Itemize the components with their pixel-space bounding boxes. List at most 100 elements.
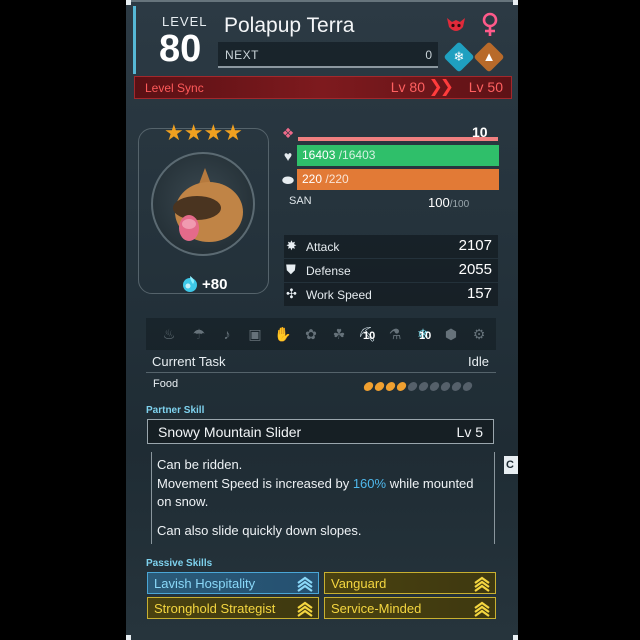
attack-value: 2107 [458, 237, 492, 254]
food-pip [450, 382, 463, 391]
partner-skill-level: Lv 5 [456, 424, 483, 440]
current-task-label: Current Task [152, 354, 226, 369]
farming-icon[interactable]: ⚙ [470, 326, 488, 344]
attack-label: Attack [306, 240, 340, 254]
passive-skill-label: Lavish Hospitality [154, 576, 256, 591]
partner-skill-header: Snowy Mountain Slider Lv 5 [147, 419, 494, 444]
sp-bar: 220 /220 [297, 169, 499, 190]
next-exp-bar: NEXT 0 [218, 42, 438, 68]
double-chevron-right-icon: ❯❯ [428, 77, 454, 96]
level-box: LEVEL 80 [133, 6, 217, 74]
pal-name: Polapup Terra [224, 14, 355, 37]
transporting-icon[interactable]: ⬢ [442, 326, 460, 344]
passive-skill-label: Service-Minded [331, 601, 422, 616]
stat-attack: ✸ Attack 2107 [284, 235, 498, 258]
lumbering-icon[interactable]: ☘ [330, 326, 348, 344]
watering-icon[interactable]: ☂ [190, 326, 208, 344]
stamina-icon: ⬬ [282, 172, 294, 188]
corner-mark-br [513, 635, 518, 640]
corner-mark-tr [513, 0, 518, 5]
trust-level: 10 [472, 124, 488, 140]
stat-work-speed: ✣ Work Speed 157 [284, 283, 498, 306]
desc-line-2-pre: Movement Speed is increased by [157, 475, 353, 491]
passive-skill-3[interactable]: Stronghold Strategist [147, 597, 319, 619]
gathering-icon[interactable]: ✿ [302, 326, 320, 344]
corner-mark-tl [126, 0, 131, 5]
passive-skill-label: Vanguard [331, 576, 387, 591]
partner-skill-title: Partner Skill [146, 405, 205, 416]
divider [146, 372, 496, 373]
attack-icon: ✸ [286, 238, 297, 253]
passive-skill-1[interactable]: Lavish Hospitality [147, 572, 319, 594]
rank-up-3-icon [297, 601, 313, 617]
partner-skill-name: Snowy Mountain Slider [158, 424, 302, 440]
stat-defense: ⛊ Defense 2055 [284, 259, 498, 282]
san-max: /100 [449, 199, 470, 210]
desc-percent: 160% [352, 475, 387, 491]
next-value: 0 [425, 48, 432, 62]
passive-skill-label: Stronghold Strategist [154, 601, 276, 616]
work-suitability-row: ♨ ☂ ♪ ▣ ✋ ✿ ☘ ⛏ 10 ⚗ ❄ 10 ⬢ ⚙ [146, 318, 496, 350]
cooling-level: 10 [419, 330, 432, 342]
desc-line-3: on snow. [157, 494, 209, 509]
work-speed-value: 157 [466, 285, 492, 302]
work-speed-icon: ✣ [286, 286, 297, 301]
medicine-icon[interactable]: ⚗ [386, 326, 404, 344]
food-meter [362, 378, 474, 396]
level-sync-to: Lv 50 [468, 79, 503, 95]
san-value: 100/100 [428, 195, 469, 210]
dragon-mask-icon [444, 13, 468, 37]
food-label: Food [153, 378, 179, 390]
corner-mark-bl [126, 635, 131, 640]
handiwork-icon[interactable]: ✋ [274, 326, 292, 344]
passive-skills-title: Passive Skills [146, 558, 213, 569]
soul-orb-icon [180, 274, 200, 294]
female-icon [480, 12, 500, 38]
trust-bar [298, 137, 498, 141]
condensed-bonus: +80 [202, 276, 228, 293]
level-sync-bar: Level Sync Lv 80 ❯❯ Lv 50 [134, 76, 512, 99]
san-label: SAN [289, 195, 312, 207]
mining-level: 10 [363, 330, 376, 342]
food-pip [373, 382, 386, 391]
next-label: NEXT [225, 48, 260, 62]
ice-icon: ❄ [443, 41, 475, 73]
pal-detail-panel: LEVEL 80 Polapup Terra NEXT 0 ❄ ▲ Level … [126, 0, 518, 640]
kindling-icon[interactable]: ♨ [160, 326, 178, 344]
level-label: LEVEL [162, 14, 208, 29]
shield-icon: ⛊ [286, 262, 296, 277]
desc-line-2: Movement Speed is increased by 160% whil… [157, 475, 494, 494]
heart-icon: ♥ [283, 148, 293, 164]
passive-skill-4[interactable]: Service-Minded [324, 597, 496, 619]
san-current: 100 [428, 195, 450, 210]
level-sync-from: Lv 80 [390, 79, 425, 95]
partner-skill-description: Can be ridden. Movement Speed is increas… [151, 452, 495, 544]
electricity-icon[interactable]: ▣ [246, 326, 264, 344]
food-pip [461, 382, 474, 391]
rank-up-3-icon [297, 576, 313, 592]
desc-line-4: Can also slide quickly down slopes. [157, 522, 362, 538]
work-speed-label: Work Speed [306, 288, 372, 302]
panel-top-border [126, 0, 518, 2]
defense-value: 2055 [458, 261, 492, 278]
rank-stars: ★★★★ [164, 120, 243, 145]
hp-bar: 16403 /16403 [297, 145, 499, 166]
desc-line-1: Can be ridden. [157, 457, 243, 472]
rank-up-3-icon [474, 601, 490, 617]
passive-skill-2[interactable]: Vanguard [324, 572, 496, 594]
food-pip [406, 382, 419, 391]
sp-max: /220 [325, 172, 349, 186]
food-pip [395, 382, 408, 391]
trust-icon: ❖ [281, 125, 295, 141]
current-task-value: Idle [468, 354, 489, 369]
desc-line-2-post: while mounted [386, 475, 474, 491]
defense-label: Defense [306, 264, 351, 278]
pal-portrait [151, 152, 255, 256]
level-sync-label: Level Sync [145, 81, 204, 95]
sp-current: 220 [302, 172, 323, 186]
ground-icon: ▲ [473, 41, 505, 73]
food-pip [428, 382, 441, 391]
planting-icon[interactable]: ♪ [218, 326, 236, 344]
side-tab-button[interactable]: C [504, 456, 518, 474]
food-pip [439, 382, 452, 391]
